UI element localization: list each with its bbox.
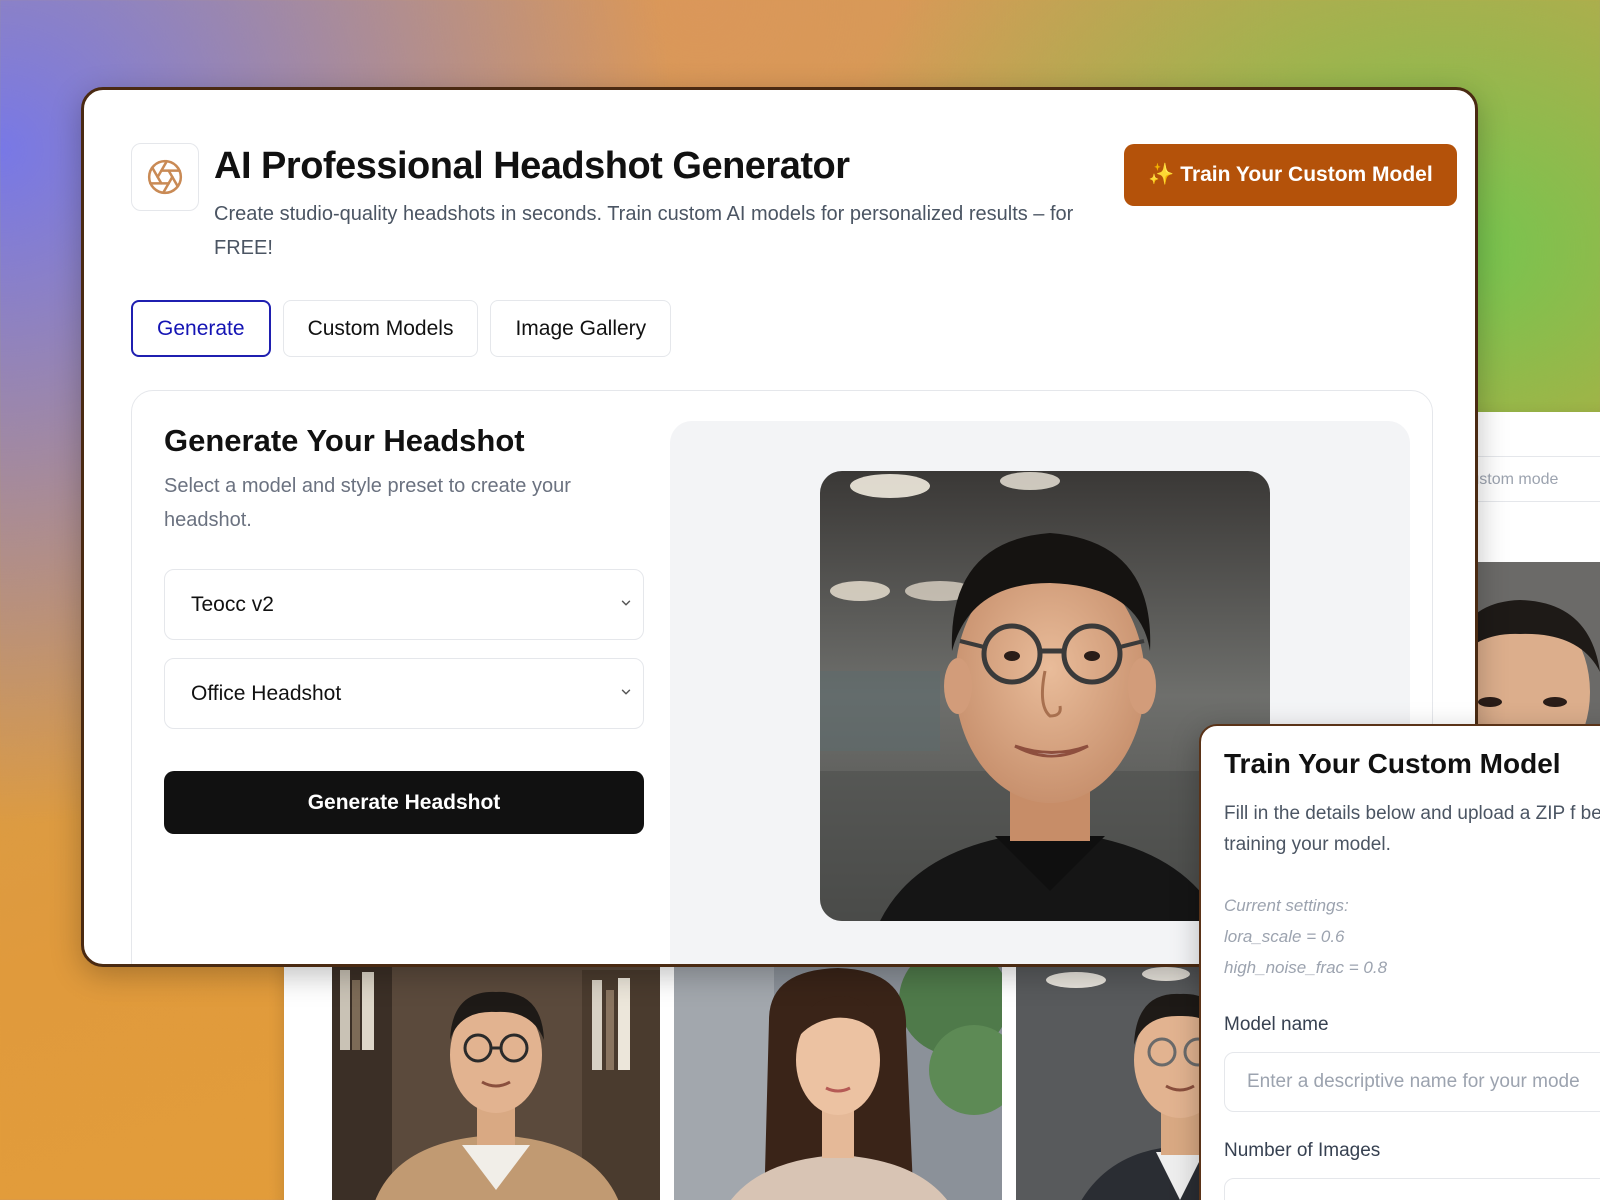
settings-line: high_noise_frac = 0.8	[1224, 958, 1388, 977]
generate-headshot-button[interactable]: Generate Headshot	[164, 771, 644, 834]
settings-line: Current settings:	[1224, 896, 1349, 915]
modal-description: Fill in the details below and upload a Z…	[1224, 803, 1600, 855]
current-settings: Current settings: lora_scale = 0.6 high_…	[1224, 890, 1387, 983]
page-subtitle: Create studio-quality headshots in secon…	[214, 203, 1074, 259]
generate-subtitle: Select a model and style preset to creat…	[164, 475, 571, 531]
gallery-thumbnail-woman-outdoor[interactable]	[674, 960, 1002, 1200]
number-of-images-label: Number of Images	[1224, 1140, 1381, 1161]
tab-image-gallery[interactable]: Image Gallery	[490, 300, 672, 357]
style-preset-select[interactable]: Office Headshot	[164, 658, 644, 729]
chevron-down-icon	[621, 600, 631, 606]
app-logo	[131, 143, 199, 211]
page-title: AI Professional Headshot Generator	[214, 145, 850, 187]
modal-title: Train Your Custom Model	[1224, 748, 1561, 779]
model-name-label: Model name	[1224, 1014, 1329, 1035]
generate-title: Generate Your Headshot	[164, 423, 525, 458]
train-custom-model-modal: Train Your Custom Model Fill in the deta…	[1199, 724, 1600, 1200]
tab-custom-models[interactable]: Custom Models	[282, 300, 479, 357]
model-select[interactable]: Teocc v2	[164, 569, 644, 640]
chevron-down-icon	[621, 689, 631, 695]
aperture-icon	[147, 159, 183, 195]
settings-line: lora_scale = 0.6	[1224, 927, 1345, 946]
model-name-input[interactable]: Enter a descriptive name for your mode	[1224, 1052, 1600, 1112]
train-custom-model-button[interactable]: ✨ Train Your Custom Model	[1124, 144, 1457, 206]
tab-bar: Generate Custom Models Image Gallery	[131, 300, 672, 357]
style-select-value: Office Headshot	[191, 681, 342, 705]
number-of-images-input[interactable]	[1224, 1178, 1600, 1200]
gallery-thumbnail-man-bookshelf[interactable]	[332, 960, 660, 1200]
tab-generate[interactable]: Generate	[131, 300, 271, 357]
image-gallery-panel	[284, 930, 1284, 1200]
model-select-value: Teocc v2	[191, 592, 274, 616]
